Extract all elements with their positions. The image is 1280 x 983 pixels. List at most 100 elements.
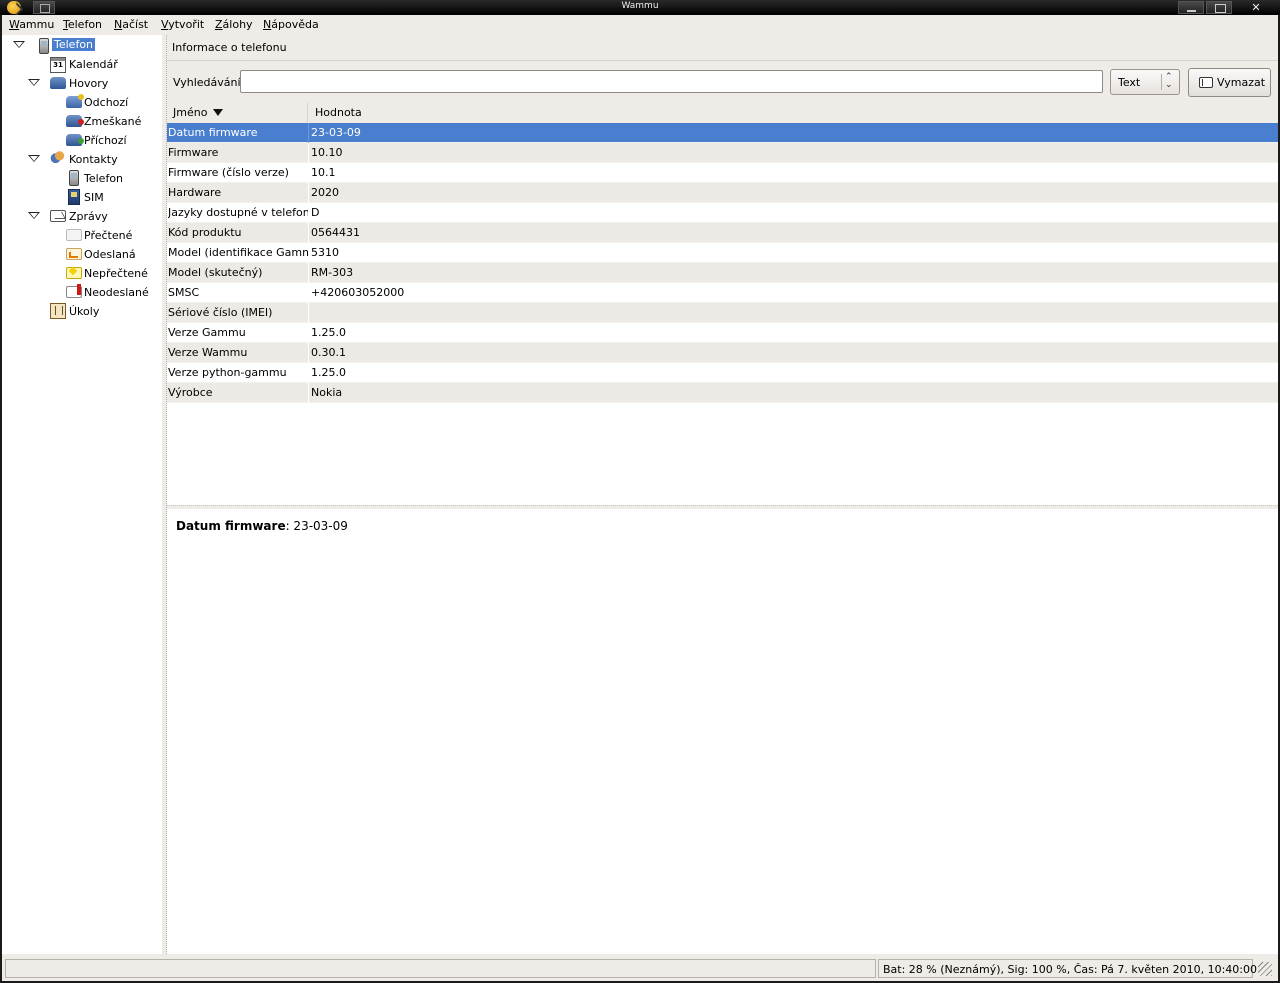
expander-telefon-icon[interactable]	[13, 41, 25, 48]
title-bar[interactable]: Wammu ✕	[0, 0, 1280, 15]
column-separator	[308, 223, 309, 243]
status-message	[5, 959, 876, 978]
search-type-select[interactable]: Text ⌃ ⌄	[1110, 69, 1180, 95]
cell-value: D	[311, 206, 320, 219]
column-separator	[308, 203, 309, 223]
detail-value: : 23-03-09	[285, 519, 348, 533]
pane-divider	[167, 60, 1278, 61]
minimize-icon[interactable]	[1178, 1, 1204, 14]
table-row[interactable]: Kód produktu 0564431	[167, 223, 1278, 243]
column-separator	[308, 143, 309, 163]
cell-value: 23-03-09	[311, 126, 361, 139]
table-row[interactable]: Verze Wammu 0.30.1	[167, 343, 1278, 363]
cell-name: Jazyky dostupné v telefonu	[168, 206, 308, 219]
phone-info-pane: Informace o telefonu Vyhledávání: Text ⌃…	[167, 35, 1278, 954]
clear-button-label: Vymazat	[1217, 76, 1266, 89]
menu-bar: Wammu Telefon Načíst Vytvořit Zálohy Náp…	[2, 15, 1278, 35]
tree-item-kontakty-telefon[interactable]: Telefon	[82, 170, 125, 188]
app-window: Wammu ✕ Wammu Telefon Načíst Vytvořit Zá…	[0, 0, 1280, 983]
navigation-tree[interactable]: Telefon 31 Kalendář Hovory Odchozí Zmešk…	[2, 35, 162, 954]
cell-name: Firmware	[168, 146, 219, 159]
cell-name: Sériové číslo (IMEI)	[168, 306, 273, 319]
tree-item-telefon[interactable]: Telefon	[52, 36, 96, 54]
calendar-icon: 31	[50, 57, 66, 73]
cell-value: +420603052000	[311, 286, 405, 299]
table-row[interactable]: Sériové číslo (IMEI)	[167, 303, 1278, 323]
table-row[interactable]: Hardware 2020	[167, 183, 1278, 203]
sort-descending-icon	[213, 109, 223, 116]
up-down-arrows-icon: ⌃ ⌄	[1165, 72, 1173, 90]
column-header-value[interactable]: Hodnota	[308, 103, 1278, 123]
menu-telefon[interactable]: Telefon	[63, 18, 102, 31]
cell-value: 5310	[311, 246, 339, 259]
expander-zpravy-icon[interactable]	[28, 212, 40, 219]
tree-item-prichozi[interactable]: Příchozí	[82, 132, 129, 150]
column-header-name[interactable]: Jméno	[167, 103, 308, 123]
detail-text: Datum firmware: 23-03-09	[176, 519, 348, 533]
clear-icon	[1199, 77, 1213, 88]
sim-card-icon	[68, 189, 80, 205]
tree-item-neodeslane[interactable]: Neodeslané	[82, 284, 151, 302]
window-title: Wammu	[621, 1, 659, 11]
menu-napoveda[interactable]: Nápověda	[263, 18, 319, 31]
table-row[interactable]: Verze Gammu 1.25.0	[167, 323, 1278, 343]
select-separator	[1161, 74, 1162, 90]
tree-item-odchozi[interactable]: Odchozí	[82, 94, 130, 112]
table-row[interactable]: Jazyky dostupné v telefonu D	[167, 203, 1278, 223]
tree-item-ukoly[interactable]: Úkoly	[67, 303, 101, 321]
table-row[interactable]: Firmware 10.10	[167, 143, 1278, 163]
column-separator	[308, 303, 309, 323]
tree-item-kontakty[interactable]: Kontakty	[67, 151, 120, 169]
column-separator	[308, 283, 309, 303]
close-icon[interactable]: ✕	[1240, 1, 1272, 14]
info-table[interactable]: Jméno Hodnota Datum firmware 23-03-09 Firm…	[167, 103, 1278, 505]
column-separator	[308, 263, 309, 283]
menu-wammu[interactable]: Wammu	[9, 18, 54, 31]
cell-value: 2020	[311, 186, 339, 199]
calls-icon	[50, 77, 66, 89]
expander-kontakty-icon[interactable]	[28, 155, 40, 162]
search-input[interactable]	[240, 70, 1103, 93]
phone-status: Bat: 28 % (Neznámý), Sig: 100 %, Čas: Pá…	[878, 959, 1257, 978]
tree-item-zmeskane[interactable]: Zmeškané	[82, 113, 143, 131]
unread-message-icon	[66, 267, 82, 279]
table-row[interactable]: SMSC +420603052000	[167, 283, 1278, 303]
menu-zalohy[interactable]: Zálohy	[215, 18, 253, 31]
tasks-icon	[50, 303, 66, 319]
resize-grip-icon[interactable]	[1258, 962, 1272, 976]
tree-item-kalendar[interactable]: Kalendář	[67, 56, 120, 74]
cell-name: Datum firmware	[168, 126, 258, 139]
cell-name: Verze Wammu	[168, 346, 248, 359]
read-message-icon	[66, 229, 82, 241]
tree-item-odeslana[interactable]: Odeslaná	[82, 246, 138, 264]
tree-item-neprectene[interactable]: Nepřečtené	[82, 265, 150, 283]
tree-item-sim[interactable]: SIM	[82, 189, 106, 207]
search-type-value: Text	[1118, 76, 1141, 89]
detail-label: Datum firmware	[176, 519, 286, 533]
menu-nacist[interactable]: Načíst	[114, 18, 148, 31]
table-row[interactable]: Model (skutečný) RM-303	[167, 263, 1278, 283]
table-row[interactable]: Firmware (číslo verze) 10.1	[167, 163, 1278, 183]
table-row[interactable]: Datum firmware 23-03-09	[167, 123, 1278, 143]
pane-title: Informace o telefonu	[172, 41, 287, 54]
maximize-icon[interactable]	[1206, 1, 1232, 14]
tree-item-hovory[interactable]: Hovory	[67, 75, 110, 93]
cell-name: Verze Gammu	[168, 326, 246, 339]
column-separator	[308, 243, 309, 263]
menu-vytvorit[interactable]: Vytvořit	[161, 18, 204, 31]
table-row[interactable]: Výrobce Nokia	[167, 383, 1278, 403]
cell-name: Firmware (číslo verze)	[168, 166, 289, 179]
tree-item-zpravy[interactable]: Zprávy	[67, 208, 110, 226]
cell-value: 10.10	[311, 146, 343, 159]
expander-hovory-icon[interactable]	[28, 79, 40, 86]
column-separator	[308, 163, 309, 183]
table-row[interactable]: Verze python-gammu 1.25.0	[167, 363, 1278, 383]
outgoing-calls-icon	[66, 94, 84, 108]
cell-value: RM-303	[311, 266, 354, 279]
unsent-message-icon	[66, 284, 82, 298]
sent-message-icon	[66, 248, 82, 260]
table-row[interactable]: Model (identifikace Gammu)5310	[167, 243, 1278, 263]
clear-button[interactable]: Vymazat	[1188, 68, 1271, 97]
cell-value: 0564431	[311, 226, 360, 239]
tree-item-prectene[interactable]: Přečtené	[82, 227, 134, 245]
